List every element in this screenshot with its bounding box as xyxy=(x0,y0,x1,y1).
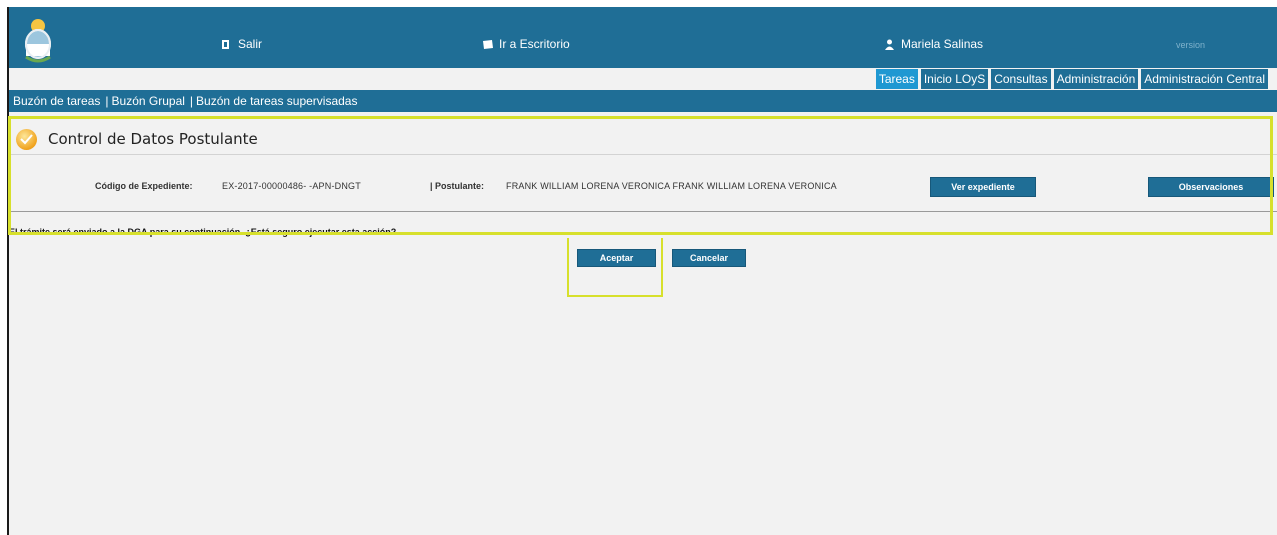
escritorio-link[interactable]: Ir a Escritorio xyxy=(482,36,570,52)
observaciones-button[interactable]: Observaciones xyxy=(1148,177,1274,197)
divider xyxy=(9,211,1277,212)
user-name: Mariela Salinas xyxy=(901,37,984,51)
ver-expediente-button[interactable]: Ver expediente xyxy=(930,177,1036,197)
tab-tareas[interactable]: Tareas xyxy=(875,69,918,89)
checkmark-badge-icon xyxy=(16,129,37,150)
expediente-info: Código de Expediente: EX-2017-00000486- … xyxy=(9,176,1277,198)
nav-separator: | xyxy=(189,94,194,108)
salir-link[interactable]: Salir xyxy=(221,36,262,52)
nav-buzon-grupal[interactable]: Buzón Grupal xyxy=(112,94,185,108)
escritorio-label: Ir a Escritorio xyxy=(499,37,570,51)
coat-of-arms-logo xyxy=(25,19,51,63)
postulante-label: | Postulante: xyxy=(430,181,485,191)
nav-separator: | xyxy=(105,94,109,108)
inbox-nav: Buzón de tareas | Buzón Grupal | Buzón de ta… xyxy=(9,90,1277,112)
tab-administracion-central[interactable]: Administración Central xyxy=(1141,69,1268,89)
nav-buzon-tareas[interactable]: Buzón de tareas xyxy=(13,94,100,108)
codigo-value: EX-2017-00000486- -APN-DNGT xyxy=(222,181,361,191)
user-icon xyxy=(884,39,895,50)
nav-buzon-supervisadas[interactable]: Buzón de tareas supervisadas xyxy=(196,94,357,108)
tab-inicio-loys[interactable]: Inicio LOyS xyxy=(920,69,989,89)
confirmation-question: El trámite será enviado a la DGA para su… xyxy=(9,227,397,237)
main-menu: Tareas Inicio LOyS Consultas Administrac… xyxy=(9,68,1277,90)
codigo-label: Código de Expediente: xyxy=(95,181,193,191)
desk-icon xyxy=(482,39,493,50)
postulante-value: FRANK WILLIAM LORENA VERONICA FRANK WILL… xyxy=(506,181,837,191)
page-title: Control de Datos Postulante xyxy=(48,130,258,148)
panel-header: Control de Datos Postulante xyxy=(9,122,1277,155)
aceptar-button[interactable]: Aceptar xyxy=(577,249,656,267)
cancelar-button[interactable]: Cancelar xyxy=(672,249,746,267)
version-label: version xyxy=(1176,40,1206,50)
top-header: Salir Ir a Escritorio Mariela Salinas ve… xyxy=(9,7,1277,68)
user-menu[interactable]: Mariela Salinas xyxy=(884,36,983,52)
tab-bar: Tareas Inicio LOyS Consultas Administrac… xyxy=(875,69,1268,89)
exit-icon xyxy=(221,39,232,50)
salir-label: Salir xyxy=(238,37,263,51)
tab-consultas[interactable]: Consultas xyxy=(991,69,1051,89)
tab-administracion[interactable]: Administración xyxy=(1053,69,1139,89)
